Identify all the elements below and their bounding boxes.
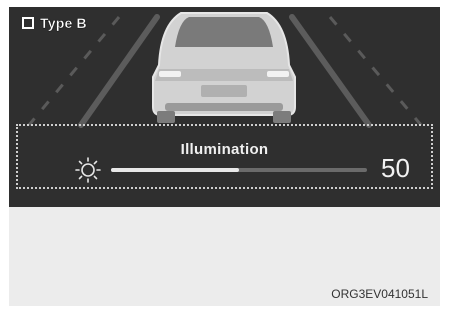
blank-area: ORG3EV041051L (9, 207, 440, 306)
car-rear-view-icon (152, 12, 296, 123)
illumination-slider[interactable] (111, 168, 367, 172)
type-label-text: Type B (40, 15, 87, 31)
slider-fill (111, 168, 239, 172)
type-label: Type B (22, 15, 87, 31)
sun-icon (75, 157, 101, 183)
checkbox-icon (22, 17, 34, 29)
display-panel: Type B Illumination 50 (9, 7, 440, 207)
figure-code: ORG3EV041051L (331, 287, 428, 301)
illumination-control[interactable]: Illumination 50 (16, 124, 433, 189)
illumination-title: Illumination (180, 141, 269, 158)
illumination-value: 50 (381, 153, 410, 183)
